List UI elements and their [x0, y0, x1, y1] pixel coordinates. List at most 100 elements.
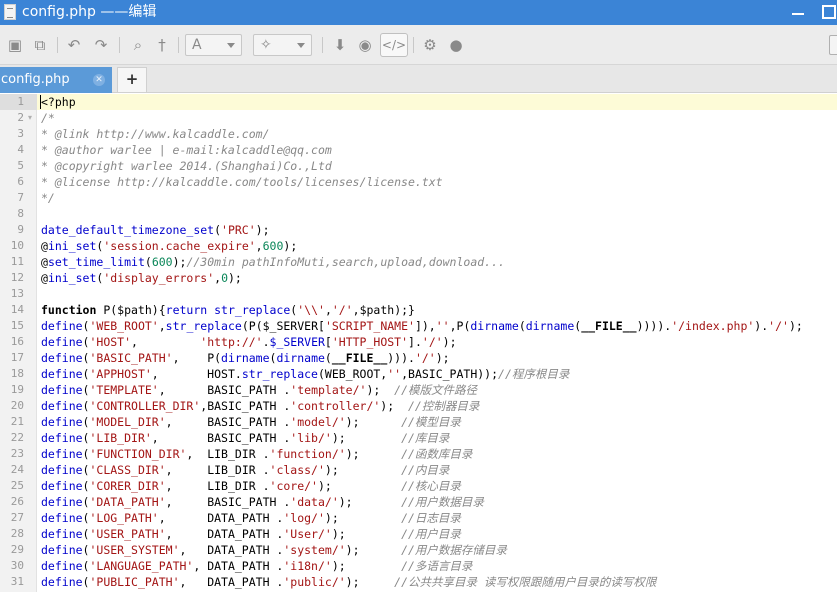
font-dropdown[interactable]: A — [185, 34, 242, 56]
code-token: //核心目录 — [401, 479, 461, 493]
code-line[interactable]: 17 define('BASIC_PATH', P(dirname(dirname… — [0, 350, 837, 366]
code-token: @ — [41, 271, 48, 285]
code-line[interactable]: 24 define('CLASS_DIR', LIB_DIR .'class/')… — [0, 462, 837, 478]
code-token: @ — [41, 255, 48, 269]
code-line[interactable]: 3 * @link http://www.kalcaddle.com/ — [0, 126, 837, 142]
tab-bar: config.php ✕ + — [0, 65, 837, 93]
code-token: return — [165, 303, 208, 317]
code-token: dirname — [276, 351, 325, 365]
add-tab-button[interactable]: + — [117, 67, 147, 92]
code-text: * @author warlee | e-mail:kalcaddle@qq.c… — [41, 142, 332, 158]
code-token: 'CLASS_DIR' — [89, 463, 166, 477]
code-token: 600 — [151, 255, 173, 269]
line-number: 18 — [10, 367, 24, 380]
code-token: * @license http://kalcaddle.com/tools/li… — [41, 175, 443, 189]
code-view-icon[interactable]: </> — [380, 33, 408, 57]
code-token: dirname — [221, 351, 270, 365]
code-token: define — [41, 367, 83, 381]
code-text: define('APPHOST', HOST.str_replace(WEB_R… — [41, 366, 569, 382]
code-token: ini_set — [47, 239, 97, 253]
code-text: define('CORER_DIR', LIB_DIR .'core/'); /… — [41, 478, 461, 494]
code-line[interactable]: 9 date_default_timezone_set('PRC'); — [0, 222, 837, 238]
code-token: define — [41, 319, 83, 333]
globe-icon[interactable]: ● — [446, 35, 466, 55]
code-token: define — [41, 447, 83, 461]
code-token: ); — [366, 383, 395, 397]
code-line[interactable]: 7 */ — [0, 190, 837, 206]
code-token: , DATA_PATH . — [179, 575, 284, 589]
code-token: str_replace — [165, 319, 242, 333]
code-text: define('HOST', 'http://'.$_SERVER['HTTP_… — [41, 334, 457, 350]
code-line[interactable]: 1 <?php — [0, 94, 837, 110]
code-token: ]. — [408, 335, 422, 349]
code-token: define — [41, 511, 83, 525]
code-token: 'controller/' — [290, 399, 381, 413]
code-line[interactable]: 10 @ini_set('session.cache_expire',600); — [0, 238, 837, 254]
code-text: * @license http://kalcaddle.com/tools/li… — [41, 174, 443, 190]
code-token: //日志目录 — [401, 511, 461, 525]
code-line[interactable]: 23 define('FUNCTION_DIR', LIB_DIR .'funct… — [0, 446, 837, 462]
code-token: 'class/' — [269, 463, 325, 477]
save-icon[interactable]: ▣ — [5, 35, 25, 55]
code-line[interactable]: 27 define('LOG_PATH', DATA_PATH .'log/');… — [0, 510, 837, 526]
save-all-icon[interactable]: ⧉ — [30, 35, 50, 55]
undo-icon[interactable]: ↶ — [64, 35, 84, 55]
code-line[interactable]: 12 @ini_set('display_errors',0); — [0, 270, 837, 286]
code-line[interactable]: 25 define('CORER_DIR', LIB_DIR .'core/');… — [0, 478, 837, 494]
code-line[interactable]: 21 define('MODEL_DIR', BASIC_PATH .'model… — [0, 414, 837, 430]
code-line[interactable]: 26 define('DATA_PATH', BASIC_PATH .'data/… — [0, 494, 837, 510]
code-token: ); — [317, 479, 402, 493]
code-token: 'system/' — [283, 543, 346, 557]
code-token: 'WEB_ROOT' — [89, 319, 159, 333]
code-token: //控制器目录 — [408, 399, 480, 413]
code-token: 'User/' — [283, 527, 332, 541]
code-line[interactable]: 30 define('LANGUAGE_PATH', DATA_PATH .'i1… — [0, 558, 837, 574]
tab-config-php[interactable]: config.php ✕ — [0, 67, 112, 93]
code-token: , — [324, 303, 332, 317]
code-token: set_time_limit — [47, 255, 145, 269]
code-line[interactable]: 8 — [0, 206, 837, 222]
code-line[interactable]: 29 define('USER_SYSTEM', DATA_PATH .'syst… — [0, 542, 837, 558]
toolbar-divider — [57, 37, 58, 53]
code-token: $_SERVER — [269, 335, 325, 349]
pin-icon[interactable]: † — [152, 35, 172, 55]
code-token: //多语言目录 — [401, 559, 473, 573]
line-number: 5 — [17, 159, 24, 172]
search-icon[interactable]: ⌕ — [128, 35, 148, 55]
code-line[interactable]: 4 * @author warlee | e-mail:kalcaddle@qq.… — [0, 142, 837, 158]
code-token: 'DATA_PATH' — [89, 495, 166, 509]
code-line[interactable]: 28 define('USER_PATH', DATA_PATH .'User/'… — [0, 526, 837, 542]
code-token: define — [41, 543, 83, 557]
code-line[interactable]: 5 * @copyright warlee 2014.(Shanghai)Co.,… — [0, 158, 837, 174]
gear-icon[interactable]: ⚙ — [420, 35, 440, 55]
code-text: define('FUNCTION_DIR', LIB_DIR .'functio… — [41, 446, 472, 462]
code-token: 'display_errors' — [103, 271, 215, 285]
code-line[interactable]: 13 — [0, 286, 837, 302]
code-editor[interactable]: 1 <?php 2 ▾/* 3 * @link http://www.kalcaddle.… — [0, 94, 837, 592]
code-line[interactable]: 18 define('APPHOST', HOST.str_replace(WEB… — [0, 366, 837, 382]
code-line[interactable]: 20 define('CONTROLLER_DIR',BASIC_PATH .'c… — [0, 398, 837, 414]
minimize-button[interactable] — [785, 0, 811, 25]
code-token: 'TEMPLATE' — [89, 383, 159, 397]
redo-icon[interactable]: ↷ — [91, 35, 111, 55]
code-line[interactable]: 19 define('TEMPLATE', BASIC_PATH .'templa… — [0, 382, 837, 398]
close-icon[interactable]: ✕ — [93, 74, 105, 86]
code-line[interactable]: 31 define('PUBLIC_PATH', DATA_PATH .'publ… — [0, 574, 837, 590]
code-line[interactable]: 6 * @license http://kalcaddle.com/tools/l… — [0, 174, 837, 190]
line-number: 29 — [10, 543, 24, 556]
code-line[interactable]: 14 function P($path){return str_replace('… — [0, 302, 837, 318]
fold-toggle-icon[interactable]: ▾ — [28, 110, 37, 126]
code-line[interactable]: 15 define ('WEB_ROOT',str_replace(P($_SERV… — [0, 318, 837, 334]
maximize-button[interactable] — [816, 0, 837, 25]
line-number: 6 — [17, 175, 24, 188]
code-text: * @link http://www.kalcaddle.com/ — [41, 126, 269, 142]
code-line[interactable]: 16 define('HOST', 'http://'.$_SERVER['HTT… — [0, 334, 837, 350]
toolbar-overflow-button[interactable] — [829, 35, 837, 55]
code-token: ); — [324, 463, 402, 477]
code-line[interactable]: 22 define('LIB_DIR', BASIC_PATH .'lib/');… — [0, 430, 837, 446]
download-arrow-icon[interactable]: ⬇ — [330, 35, 350, 55]
code-line[interactable]: 11 @set_time_limit(600);//30min pathInfoM… — [0, 254, 837, 270]
preview-eye-icon[interactable]: ◉ — [355, 35, 375, 55]
tools-dropdown[interactable]: ✧ — [253, 34, 312, 56]
code-line[interactable]: 2 ▾/* — [0, 110, 837, 126]
